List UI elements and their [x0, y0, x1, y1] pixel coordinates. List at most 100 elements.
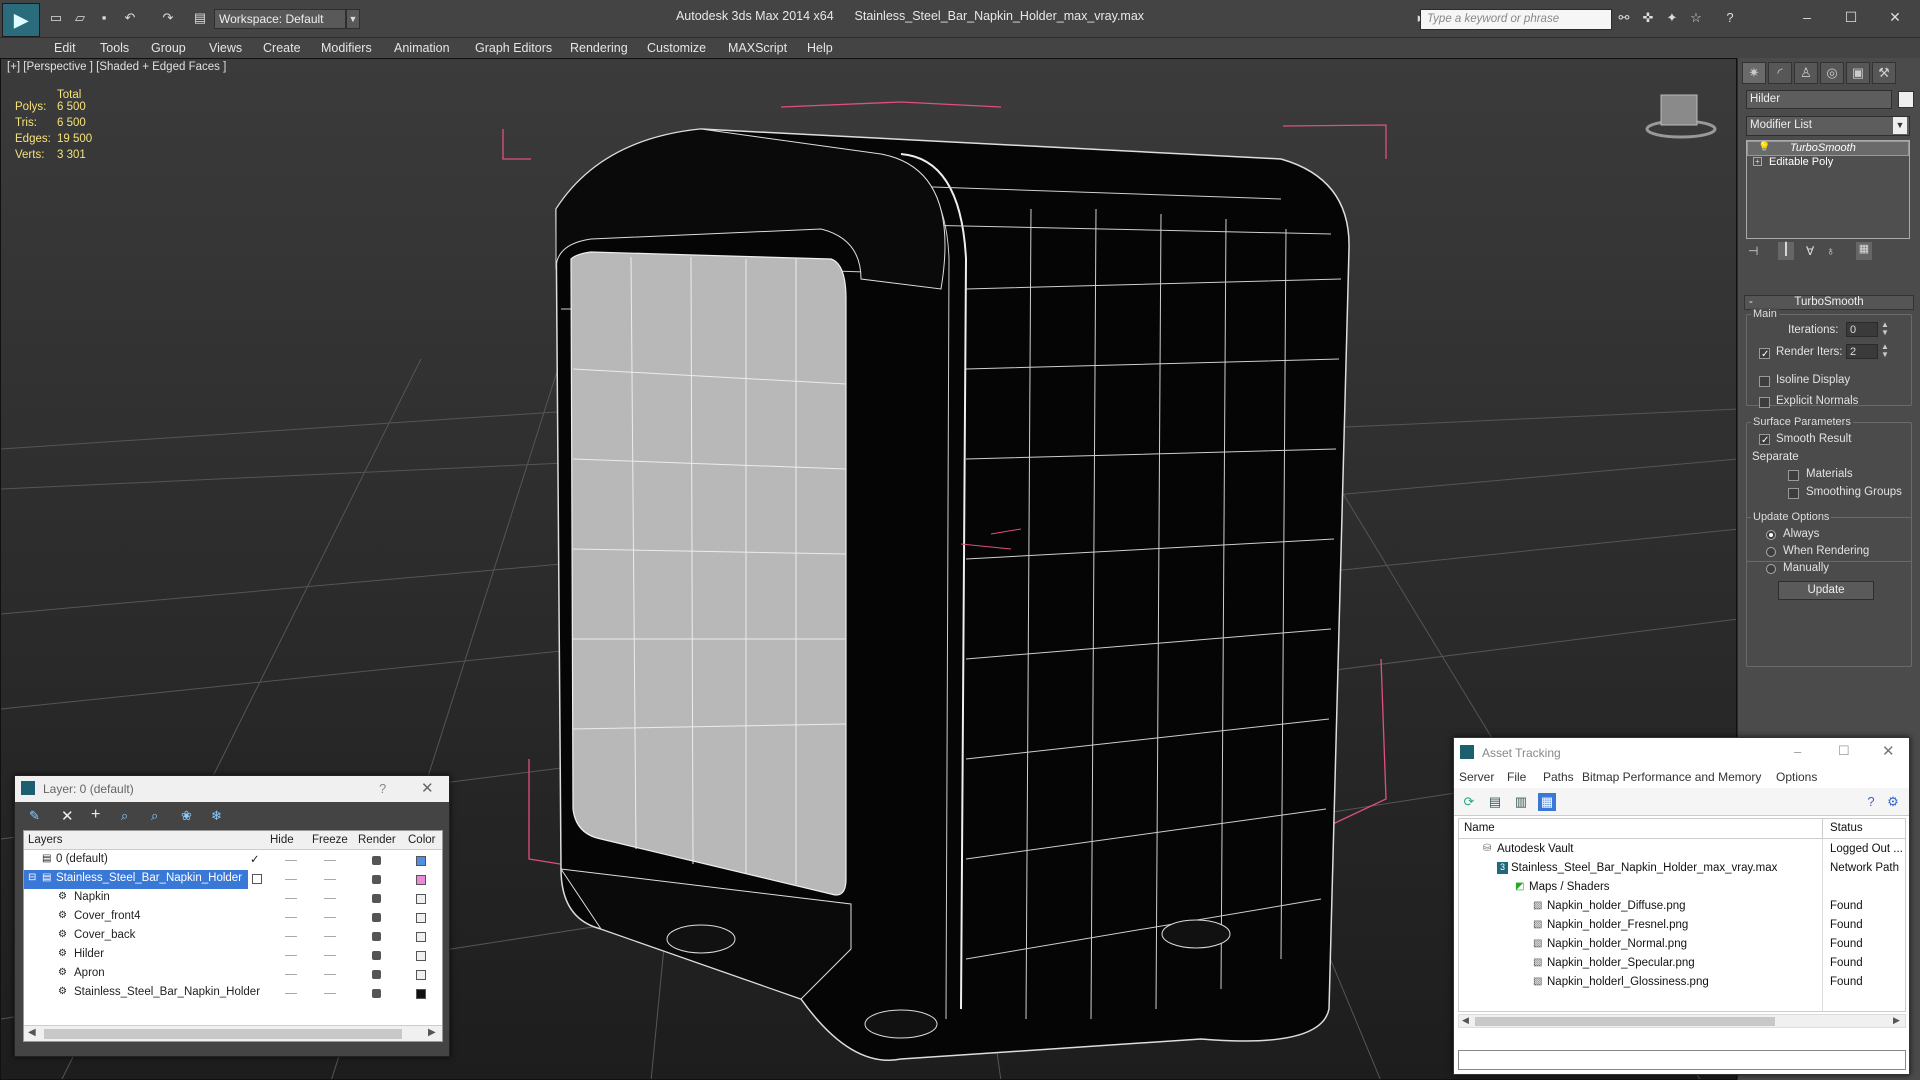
chevron-down-icon[interactable]: ▼ [346, 9, 360, 29]
asset-row[interactable]: ▧ Napkin_holder_Diffuse.png Found [1459, 898, 1907, 917]
motion-tab-icon[interactable]: ◎ [1820, 62, 1844, 84]
lightbulb-icon[interactable]: 💡 [1758, 142, 1770, 153]
detail-view-icon[interactable]: ▥ [1512, 793, 1530, 811]
scrollbar-thumb[interactable] [1475, 1017, 1775, 1026]
asset-row[interactable]: ▧ Napkin_holderl_Glossiness.png Found [1459, 974, 1907, 993]
object-color-swatch[interactable] [416, 932, 426, 942]
menu-modifiers[interactable]: Modifiers [321, 41, 372, 55]
layer-color-swatch[interactable] [416, 856, 426, 866]
scroll-right-icon[interactable]: ▶ [1893, 1015, 1900, 1026]
object-color-swatch[interactable] [416, 989, 426, 999]
object-color-swatch[interactable] [416, 894, 426, 904]
object-row[interactable]: ⚙ Cover_back [24, 927, 439, 946]
new-file-icon[interactable]: ▭ [48, 10, 64, 26]
horizontal-scrollbar[interactable]: ◀ ▶ [24, 1025, 442, 1041]
minimize-icon[interactable]: – [1790, 6, 1824, 28]
close-icon[interactable]: ✕ [1878, 6, 1912, 28]
table-view-icon[interactable]: ▦ [1538, 793, 1556, 811]
menu-create[interactable]: Create [263, 41, 301, 55]
maximize-icon[interactable]: ☐ [1834, 6, 1868, 28]
always-radio[interactable] [1766, 530, 1776, 540]
freeze-all-layers-icon[interactable]: ❄ [211, 808, 222, 824]
menu-edit[interactable]: Edit [54, 41, 76, 55]
close-icon[interactable]: ✕ [1882, 742, 1895, 760]
asset-row[interactable]: ⛁ Autodesk Vault Logged Out ... [1459, 841, 1907, 860]
modify-tab-icon[interactable]: ◜ [1768, 62, 1792, 84]
make-unique-icon[interactable]: ∀ [1806, 244, 1814, 258]
object-row[interactable]: ⚙ Napkin [24, 889, 439, 908]
help-button[interactable]: ? [379, 781, 386, 796]
stack-item-editable-poly[interactable]: + Editable Poly [1747, 156, 1909, 171]
column-color[interactable]: Color [408, 834, 435, 846]
explicit-normals-checkbox[interactable] [1759, 397, 1770, 408]
layer-dialog-titlebar[interactable]: Layer: 0 (default) ? ✕ [15, 776, 449, 802]
create-tab-icon[interactable]: ✷ [1742, 62, 1766, 84]
hide-all-layers-icon[interactable]: ❀ [181, 808, 192, 824]
iterations-spinner[interactable]: 0 [1846, 322, 1878, 337]
render-teapot-icon[interactable] [372, 951, 381, 960]
column-render[interactable]: Render [358, 834, 396, 846]
menu-file[interactable]: File [1507, 770, 1526, 784]
asset-row[interactable]: ◩ Maps / Shaders [1459, 879, 1907, 898]
project-folder-icon[interactable]: ▤ [192, 10, 208, 26]
render-teapot-icon[interactable] [372, 894, 381, 903]
menu-maxscript[interactable]: MAXScript [728, 41, 787, 55]
object-color-swatch[interactable] [416, 951, 426, 961]
object-color-swatch[interactable] [1898, 91, 1914, 108]
manually-radio[interactable] [1766, 564, 1776, 574]
hierarchy-tab-icon[interactable]: ♙ [1794, 62, 1818, 84]
scroll-right-icon[interactable]: ▶ [428, 1027, 436, 1038]
asset-path-field[interactable] [1458, 1050, 1906, 1070]
layer-color-swatch[interactable] [416, 875, 426, 885]
select-layer-objects-icon[interactable]: ⌕ [121, 808, 128, 824]
menu-help[interactable]: Help [807, 41, 833, 55]
isoline-display-checkbox[interactable] [1759, 376, 1770, 387]
viewport-label[interactable]: [+] [Perspective ] [Shaded + Edged Faces… [7, 61, 226, 73]
redo-icon[interactable]: ↷ [160, 10, 176, 26]
utilities-tab-icon[interactable]: ⚒ [1872, 62, 1896, 84]
column-hide[interactable]: Hide [270, 834, 294, 846]
menu-graph-editors[interactable]: Graph Editors [475, 41, 552, 55]
spinner-arrows-icon[interactable]: ▲ ▼ [1881, 321, 1889, 337]
render-teapot-icon[interactable] [372, 970, 381, 979]
layer-row[interactable]: ▤ 0 (default) ✓ [24, 851, 439, 870]
maximize-icon[interactable]: ☐ [1838, 743, 1850, 759]
communication-icon[interactable]: ✦ [1664, 10, 1680, 26]
favorites-star-icon[interactable]: ☆ [1688, 10, 1704, 26]
render-teapot-icon[interactable] [372, 913, 381, 922]
display-tab-icon[interactable]: ▣ [1846, 62, 1870, 84]
column-name[interactable]: Name [1464, 822, 1495, 834]
asset-row[interactable]: ▧ Napkin_holder_Specular.png Found [1459, 955, 1907, 974]
asset-row[interactable]: ▧ Napkin_holder_Normal.png Found [1459, 936, 1907, 955]
object-color-swatch[interactable] [416, 913, 426, 923]
highlight-layer-icon[interactable]: ⌕ [151, 808, 158, 824]
pin-stack-icon[interactable]: ⊣ [1748, 244, 1758, 258]
search-input[interactable]: Type a keyword or phrase [1420, 9, 1612, 30]
menu-group[interactable]: Group [151, 41, 186, 55]
app-logo-icon[interactable]: ▶ [2, 3, 40, 37]
active-layer-box-icon[interactable] [252, 874, 262, 884]
scrollbar-thumb[interactable] [44, 1029, 402, 1039]
collapse-minus-icon[interactable]: ⊟ [28, 872, 36, 883]
new-layer-icon[interactable]: ✎ [29, 808, 40, 824]
render-iters-spinner[interactable]: 2 [1846, 344, 1878, 359]
object-name-field[interactable]: Hilder [1746, 90, 1892, 109]
open-file-icon[interactable]: ▱ [72, 10, 88, 26]
menu-server[interactable]: Server [1459, 770, 1494, 784]
menu-tools[interactable]: Tools [100, 41, 129, 55]
modifier-list-dropdown[interactable]: Modifier List ▼ [1746, 116, 1910, 136]
subscription-icon[interactable]: ✜ [1640, 10, 1656, 26]
smoothing-groups-checkbox[interactable] [1788, 488, 1799, 499]
object-row[interactable]: ⚙ Stainless_Steel_Bar_Napkin_Holder [24, 984, 439, 1003]
delete-layer-icon[interactable]: ✕ [61, 807, 74, 825]
remove-modifier-icon[interactable]: ♁ [1826, 244, 1835, 258]
close-icon[interactable]: ✕ [421, 779, 434, 797]
smooth-result-checkbox[interactable] [1759, 434, 1770, 445]
refresh-icon[interactable]: ⟳ [1460, 793, 1478, 811]
update-button[interactable]: Update [1778, 581, 1874, 600]
render-teapot-icon[interactable] [372, 989, 381, 998]
menu-animation[interactable]: Animation [394, 41, 450, 55]
workspace-dropdown[interactable]: Workspace: Default [214, 9, 346, 29]
object-color-swatch[interactable] [416, 970, 426, 980]
when-rendering-radio[interactable] [1766, 547, 1776, 557]
